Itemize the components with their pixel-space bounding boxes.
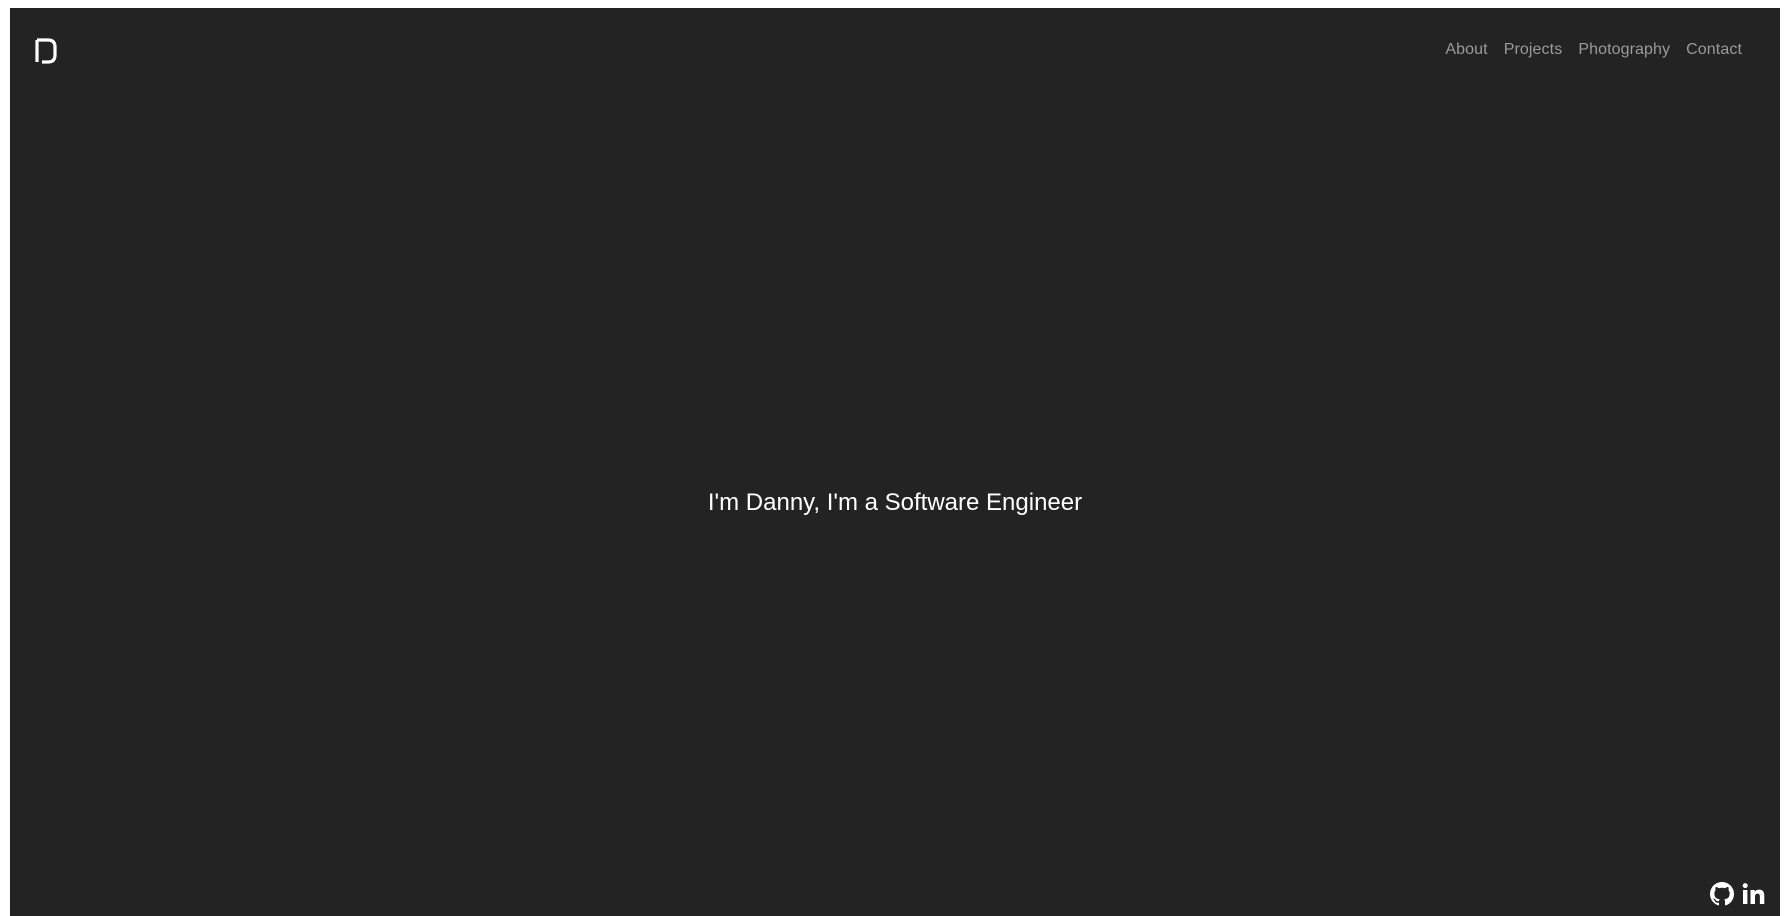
- hero-headline: I'm Danny, I'm a Software Engineer: [707, 489, 1083, 516]
- linkedin-link[interactable]: [1742, 882, 1766, 906]
- linkedin-icon: [1742, 883, 1765, 904]
- nav-link-projects[interactable]: Projects: [1504, 40, 1563, 60]
- main-nav: About Projects Photography Contact: [1445, 40, 1742, 60]
- d-logo-icon: [35, 38, 57, 64]
- home-logo-link[interactable]: [35, 38, 57, 64]
- nav-link-about[interactable]: About: [1445, 40, 1487, 60]
- nav-link-photography[interactable]: Photography: [1578, 40, 1670, 60]
- page-viewport: About Projects Photography Contact I'm D…: [10, 8, 1780, 916]
- social-links: [1710, 882, 1766, 906]
- nav-link-contact[interactable]: Contact: [1686, 40, 1742, 60]
- github-link[interactable]: [1710, 882, 1734, 906]
- github-icon: [1710, 882, 1734, 906]
